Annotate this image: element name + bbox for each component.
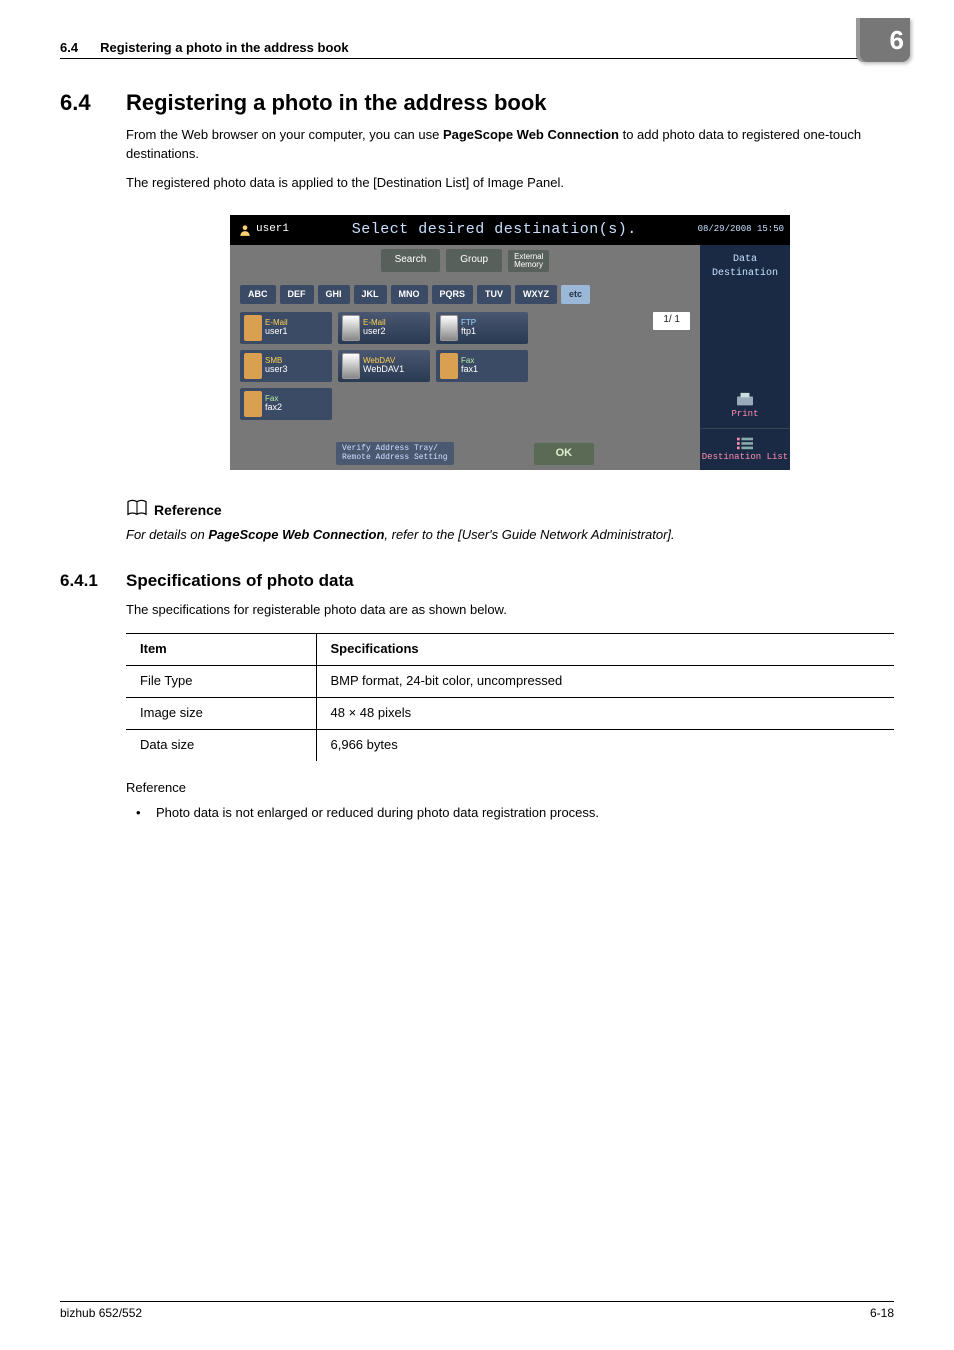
external-memory-button[interactable]: External Memory bbox=[508, 250, 549, 272]
section-number: 6.4 bbox=[60, 90, 126, 116]
subsection-title: Specifications of photo data bbox=[126, 571, 354, 591]
tab-pqrs[interactable]: PQRS bbox=[432, 285, 474, 304]
destination-item[interactable]: SMBuser3 bbox=[240, 350, 332, 382]
ok-button[interactable]: OK bbox=[534, 443, 595, 465]
destination-item[interactable]: E-Mailuser1 bbox=[240, 312, 332, 344]
header-divider bbox=[60, 58, 894, 59]
header-section-number: 6.4 bbox=[60, 40, 78, 55]
side-data-destination: Data Destination bbox=[700, 245, 790, 277]
tab-tuv[interactable]: TUV bbox=[477, 285, 511, 304]
spec-table: Item Specifications File TypeBMP format,… bbox=[126, 633, 894, 760]
device-user-badge: user1 bbox=[230, 218, 297, 242]
reference-heading: Reference bbox=[126, 498, 894, 524]
device-clock: 08/29/2008 15:50 bbox=[692, 219, 790, 240]
side-destination-list[interactable]: Destination List bbox=[700, 428, 790, 470]
destination-item[interactable]: Faxfax1 bbox=[436, 350, 528, 382]
device-alpha-tabs: ABC DEF GHI JKL MNO PQRS TUV WXYZ etc bbox=[240, 285, 690, 304]
destination-item[interactable]: WebDAVWebDAV1 bbox=[338, 350, 430, 382]
destination-icon bbox=[244, 391, 262, 417]
device-toolbar: Search Group External Memory bbox=[230, 245, 700, 277]
tab-wxyz[interactable]: WXYZ bbox=[515, 285, 557, 304]
table-row: Image size48 × 48 pixels bbox=[126, 698, 894, 730]
reference-body: For details on PageScope Web Connection,… bbox=[126, 526, 894, 545]
tab-mno[interactable]: MNO bbox=[391, 285, 428, 304]
verify-address-button[interactable]: Verify Address Tray/ Remote Address Sett… bbox=[336, 442, 454, 465]
section-paragraph-1: From the Web browser on your computer, y… bbox=[126, 126, 894, 164]
reference-label: Reference bbox=[126, 779, 894, 798]
pager: 1/ 1 bbox=[653, 312, 690, 330]
destination-item[interactable]: Faxfax2 bbox=[240, 388, 332, 420]
side-print[interactable]: Print bbox=[700, 386, 790, 427]
device-side-panel: Data Destination Print Destination List bbox=[700, 245, 790, 470]
book-icon bbox=[126, 498, 148, 524]
device-title: Select desired destination(s). bbox=[297, 219, 692, 241]
destination-item[interactable]: FTPftp1 bbox=[436, 312, 528, 344]
table-row: Data size6,966 bytes bbox=[126, 729, 894, 760]
person-icon bbox=[238, 223, 252, 237]
tab-ghi[interactable]: GHI bbox=[318, 285, 350, 304]
note-item: Photo data is not enlarged or reduced du… bbox=[126, 804, 894, 823]
footer-divider bbox=[60, 1301, 894, 1302]
search-button[interactable]: Search bbox=[381, 249, 441, 272]
printer-icon bbox=[734, 392, 756, 408]
footer-model: bizhub 652/552 bbox=[60, 1306, 142, 1320]
section-paragraph-2: The registered photo data is applied to … bbox=[126, 174, 894, 193]
destination-photo-icon bbox=[342, 353, 360, 379]
destination-grid: E-Mailuser1 E-Mailuser2 FTPftp1 SMBuser3… bbox=[240, 312, 540, 420]
destination-photo-icon bbox=[342, 315, 360, 341]
tab-jkl[interactable]: JKL bbox=[354, 285, 387, 304]
chapter-number-badge: 6 bbox=[856, 18, 910, 62]
th-spec: Specifications bbox=[316, 634, 894, 666]
destination-photo-icon bbox=[440, 315, 458, 341]
group-button[interactable]: Group bbox=[446, 249, 502, 272]
footer-page: 6-18 bbox=[870, 1306, 894, 1320]
subsection-intro: The specifications for registerable phot… bbox=[126, 601, 894, 620]
header-section-title: Registering a photo in the address book bbox=[100, 40, 348, 55]
th-item: Item bbox=[126, 634, 316, 666]
note-list: Photo data is not enlarged or reduced du… bbox=[126, 804, 894, 823]
subsection-number: 6.4.1 bbox=[60, 571, 126, 591]
table-row: File TypeBMP format, 24-bit color, uncom… bbox=[126, 666, 894, 698]
device-screenshot: user1 Select desired destination(s). 08/… bbox=[230, 215, 790, 470]
tab-def[interactable]: DEF bbox=[280, 285, 314, 304]
tab-abc[interactable]: ABC bbox=[240, 285, 276, 304]
list-icon bbox=[734, 435, 756, 451]
destination-item[interactable]: E-Mailuser2 bbox=[338, 312, 430, 344]
destination-icon bbox=[244, 353, 262, 379]
section-title: Registering a photo in the address book bbox=[126, 90, 547, 116]
destination-icon bbox=[244, 315, 262, 341]
destination-icon bbox=[440, 353, 458, 379]
tab-etc[interactable]: etc bbox=[561, 285, 590, 304]
